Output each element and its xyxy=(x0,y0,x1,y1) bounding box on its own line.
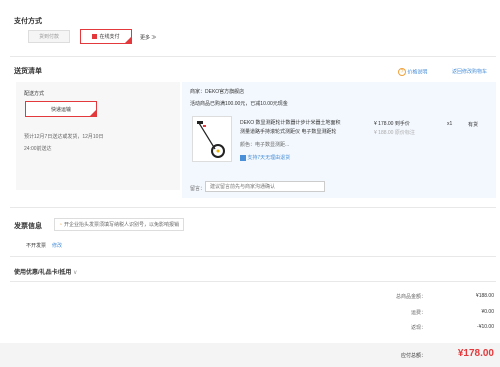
express-label: 快递运输 xyxy=(50,106,71,113)
product-title-2[interactable]: 测量道路手持滚轮式测距仪 电子数显测距轮 xyxy=(240,128,336,135)
discount-label: 返现： xyxy=(410,325,426,331)
divider xyxy=(10,256,496,257)
seller-name[interactable]: DEKO官方旗舰店 xyxy=(205,89,244,95)
online-pay-icon xyxy=(92,34,98,39)
shipping-title: 送货清单 xyxy=(14,68,42,75)
payable-value: ¥178.00 xyxy=(457,348,494,359)
price-note-label: 价格说明 xyxy=(407,69,428,76)
price-note-link[interactable]: ? 价格说明 xyxy=(398,68,427,76)
seller-prefix: 商家： xyxy=(190,89,206,95)
divider xyxy=(10,207,496,208)
measuring-wheel-image xyxy=(197,121,225,158)
more-label: 更多 xyxy=(140,35,151,41)
selected-corner-icon xyxy=(125,37,131,43)
chevron-down-icon: ≫ xyxy=(151,35,157,41)
shipping-fee-label: 运费： xyxy=(410,310,426,316)
total-label: 总商品金额： xyxy=(395,294,426,300)
divider xyxy=(10,56,496,57)
shipping-fee-value: ¥0.00 xyxy=(481,309,494,315)
promo-text: 活动商品已购满100.00元，已减10.00元现金 xyxy=(190,101,288,107)
product-stock: 有货 xyxy=(468,122,479,128)
express-delivery-button[interactable]: 快递运输 xyxy=(25,101,97,117)
total-value: ¥188.00 xyxy=(475,293,494,299)
bulb-icon: ◔ xyxy=(59,221,63,228)
product-quantity: x1 xyxy=(447,121,453,127)
return-policy-label: 支持7天无理由退货 xyxy=(247,155,291,161)
return-policy: 支持7天无理由退货 xyxy=(240,154,290,161)
online-pay-label: 在线支付 xyxy=(99,34,120,40)
original-price-value: ¥ 188.00 xyxy=(374,130,394,136)
product-color: 颜色：电子数显测距... xyxy=(240,142,290,148)
product-image[interactable] xyxy=(192,116,232,162)
delivery-estimate-2: 24:00前送达 xyxy=(24,146,52,152)
payable-label: 应付总额： xyxy=(400,353,426,359)
invoice-tip-text: 开企业抬头发票须填写纳税人识别号，以免影响报销 xyxy=(64,222,180,228)
payment-title: 支付方式 xyxy=(14,18,42,25)
cod-button[interactable]: 货到付款 xyxy=(28,30,70,43)
original-price-tag: 原价标注 xyxy=(394,130,415,136)
online-pay-button[interactable]: 在线支付 xyxy=(80,29,132,44)
remark-input[interactable] xyxy=(205,181,325,192)
more-payment-link[interactable]: 更多 ≫ xyxy=(140,34,156,41)
invoice-title: 发票信息 xyxy=(14,223,42,230)
remark-label: 留言： xyxy=(190,186,206,192)
price-tag: 到手价 xyxy=(394,121,410,127)
original-price: ¥ 188.00 原价标注 xyxy=(374,129,415,136)
product-title-1[interactable]: DEKO 数显测距轮计数器计步计米器土地面积 xyxy=(240,119,341,126)
delivery-method-label: 配送方式 xyxy=(24,91,45,97)
invoice-edit-link[interactable]: 修改 xyxy=(52,242,62,249)
back-to-cart-link[interactable]: 返回修改购物车 xyxy=(452,68,487,75)
divider xyxy=(10,281,496,282)
question-icon: ? xyxy=(398,68,406,76)
coupon-title: 使用优惠/礼品卡/抵用 xyxy=(14,270,72,276)
selected-corner-icon xyxy=(90,110,96,116)
invoice-tip: ◔ 开企业抬头发票须填写纳税人识别号，以免影响报销 xyxy=(54,218,185,231)
discount-value: -¥10.00 xyxy=(477,324,494,330)
chevron-down-icon: ∨ xyxy=(73,270,78,276)
price-value: ¥ 178.00 xyxy=(374,121,394,127)
coupon-toggle[interactable]: 使用优惠/礼品卡/抵用 ∨ xyxy=(14,267,77,276)
invoice-value: 不开发票 xyxy=(26,243,47,249)
product-price: ¥ 178.00 到手价 xyxy=(374,120,410,127)
return-badge-icon xyxy=(240,154,246,161)
delivery-estimate-1: 预计12月7日送达或发货，12月10日 xyxy=(24,134,104,140)
seller-line: 商家：DEKO官方旗舰店 xyxy=(190,88,244,95)
